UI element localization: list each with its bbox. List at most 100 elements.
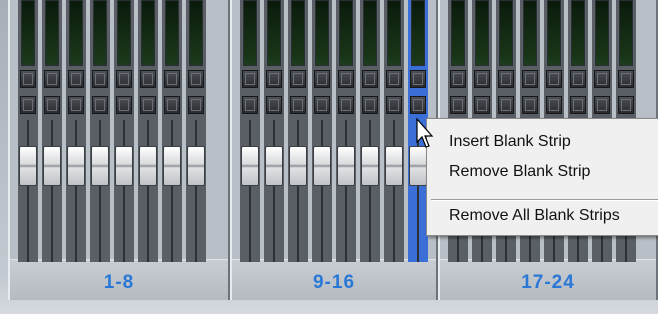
menu-separator bbox=[431, 199, 658, 201]
strip-button[interactable] bbox=[164, 70, 180, 88]
fader-track bbox=[27, 120, 29, 262]
channel-strip[interactable] bbox=[186, 0, 206, 262]
menu-item-remove-all-blank-strips[interactable]: Remove All Blank Strips bbox=[449, 207, 620, 225]
fader-knob[interactable] bbox=[361, 146, 379, 186]
strip-button[interactable] bbox=[474, 70, 490, 88]
strip-button[interactable] bbox=[242, 70, 258, 88]
strip-button[interactable] bbox=[474, 96, 490, 114]
strip-button[interactable] bbox=[266, 96, 282, 114]
menu-item-insert-blank-strip[interactable]: Insert Blank Strip bbox=[449, 133, 571, 151]
strip-button[interactable] bbox=[314, 70, 330, 88]
fader-knob[interactable] bbox=[385, 146, 403, 186]
channel-strip[interactable] bbox=[42, 0, 62, 262]
fader-knob[interactable] bbox=[67, 146, 85, 186]
strip-button[interactable] bbox=[450, 96, 466, 114]
strip-button[interactable] bbox=[290, 70, 306, 88]
strip-button[interactable] bbox=[386, 96, 402, 114]
strip-button[interactable] bbox=[20, 70, 36, 88]
channel-strip[interactable] bbox=[138, 0, 158, 262]
level-meter bbox=[93, 0, 107, 66]
arrow-cursor-icon bbox=[416, 118, 434, 148]
level-meter bbox=[523, 0, 537, 66]
strip-button[interactable] bbox=[44, 70, 60, 88]
strip-button[interactable] bbox=[362, 70, 378, 88]
menu-item-remove-blank-strip[interactable]: Remove Blank Strip bbox=[449, 163, 590, 181]
fader-knob[interactable] bbox=[91, 146, 109, 186]
strip-button[interactable] bbox=[618, 96, 634, 114]
fader-knob[interactable] bbox=[409, 146, 427, 186]
fader-track bbox=[273, 120, 275, 262]
bank-label[interactable]: 1-8 bbox=[10, 272, 228, 294]
strip-button[interactable] bbox=[92, 96, 108, 114]
strip-button[interactable] bbox=[164, 96, 180, 114]
level-meter bbox=[547, 0, 561, 66]
fader-knob[interactable] bbox=[337, 146, 355, 186]
fader-knob[interactable] bbox=[241, 146, 259, 186]
strip-button[interactable] bbox=[522, 70, 538, 88]
strip-button[interactable] bbox=[116, 96, 132, 114]
strip-button[interactable] bbox=[546, 96, 562, 114]
channel-strip[interactable] bbox=[360, 0, 380, 262]
channel-strip[interactable] bbox=[336, 0, 356, 262]
strip-button[interactable] bbox=[618, 70, 634, 88]
fader-knob[interactable] bbox=[43, 146, 61, 186]
channel-strip[interactable] bbox=[384, 0, 404, 262]
level-meter bbox=[339, 0, 353, 66]
strip-button[interactable] bbox=[20, 96, 36, 114]
strip-button[interactable] bbox=[338, 70, 354, 88]
strip-button[interactable] bbox=[522, 96, 538, 114]
level-meter bbox=[45, 0, 59, 66]
fader-knob[interactable] bbox=[115, 146, 133, 186]
strip-button[interactable] bbox=[338, 96, 354, 114]
strip-button[interactable] bbox=[450, 70, 466, 88]
strip-button[interactable] bbox=[410, 96, 426, 114]
strip-button[interactable] bbox=[498, 96, 514, 114]
channel-strip[interactable] bbox=[240, 0, 260, 262]
strip-button[interactable] bbox=[410, 70, 426, 88]
fader-knob[interactable] bbox=[313, 146, 331, 186]
strip-button[interactable] bbox=[386, 70, 402, 88]
fader-knob[interactable] bbox=[163, 146, 181, 186]
level-meter bbox=[363, 0, 377, 66]
bank-label[interactable]: 9-16 bbox=[232, 272, 436, 294]
strip-button[interactable] bbox=[68, 70, 84, 88]
level-meter bbox=[475, 0, 489, 66]
strip-button[interactable] bbox=[594, 70, 610, 88]
strip-button[interactable] bbox=[140, 96, 156, 114]
fader-knob[interactable] bbox=[265, 146, 283, 186]
strip-button[interactable] bbox=[362, 96, 378, 114]
bank-label[interactable]: 17-24 bbox=[440, 272, 656, 294]
channel-strip[interactable] bbox=[312, 0, 332, 262]
channel-strip[interactable] bbox=[288, 0, 308, 262]
fader-knob[interactable] bbox=[187, 146, 205, 186]
fader-knob[interactable] bbox=[289, 146, 307, 186]
channel-strip[interactable] bbox=[114, 0, 134, 262]
strip-button[interactable] bbox=[68, 96, 84, 114]
strip-button[interactable] bbox=[116, 70, 132, 88]
strip-button[interactable] bbox=[570, 96, 586, 114]
mixer-window: 1-8 9-16 17-24 Insert Blank Strip Remove… bbox=[0, 0, 658, 314]
strip-button[interactable] bbox=[314, 96, 330, 114]
fader-knob[interactable] bbox=[19, 146, 37, 186]
strip-button[interactable] bbox=[498, 70, 514, 88]
strip-button[interactable] bbox=[594, 96, 610, 114]
strip-button[interactable] bbox=[140, 70, 156, 88]
strip-button[interactable] bbox=[290, 96, 306, 114]
strip-button[interactable] bbox=[188, 96, 204, 114]
strip-button[interactable] bbox=[546, 70, 562, 88]
channel-strip[interactable] bbox=[18, 0, 38, 262]
channel-strip[interactable] bbox=[264, 0, 284, 262]
strip-button[interactable] bbox=[570, 70, 586, 88]
level-meter bbox=[291, 0, 305, 66]
strip-button[interactable] bbox=[242, 96, 258, 114]
channel-strip[interactable] bbox=[162, 0, 182, 262]
strip-button[interactable] bbox=[92, 70, 108, 88]
fader-knob[interactable] bbox=[139, 146, 157, 186]
strip-button[interactable] bbox=[266, 70, 282, 88]
strip-button[interactable] bbox=[188, 70, 204, 88]
level-meter bbox=[411, 0, 425, 66]
channel-strip[interactable] bbox=[66, 0, 86, 262]
level-meter bbox=[267, 0, 281, 66]
channel-strip[interactable] bbox=[90, 0, 110, 262]
strip-button[interactable] bbox=[44, 96, 60, 114]
